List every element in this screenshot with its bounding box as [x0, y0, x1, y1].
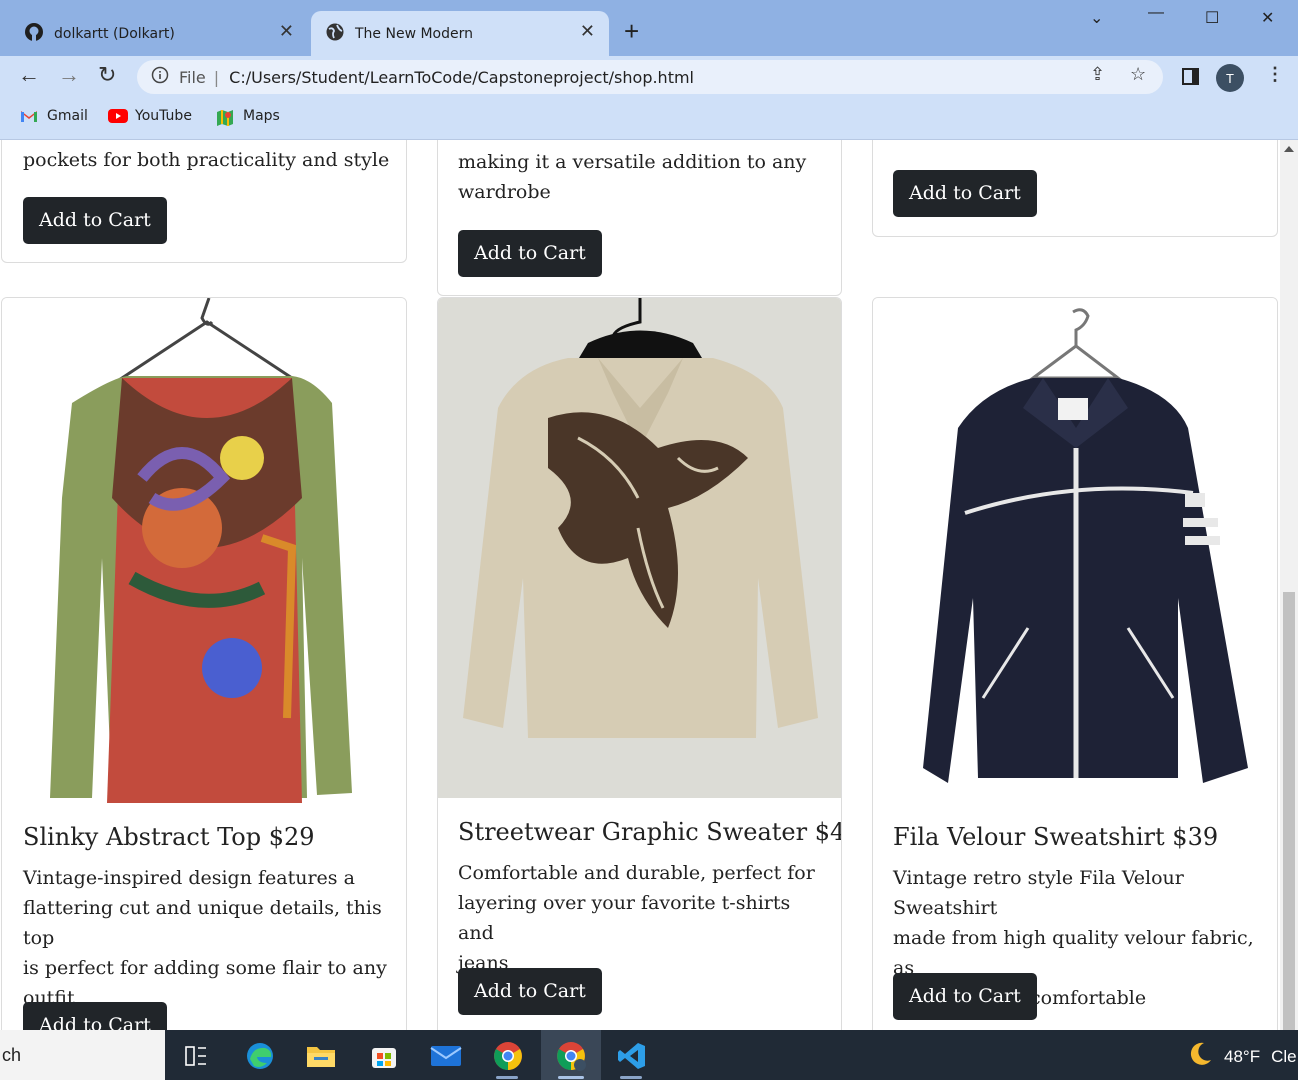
side-panel-icon[interactable]	[1182, 68, 1199, 85]
close-window-button[interactable]: ✕	[1261, 8, 1274, 28]
product-card: Fila Velour Sweatshirt $39 Vintage retro…	[872, 297, 1278, 1030]
bookmark-label: YouTube	[135, 108, 192, 124]
card-text: wardrobe	[458, 181, 551, 203]
back-button[interactable]: ←	[18, 64, 40, 86]
globe-icon	[325, 22, 345, 46]
mail-icon[interactable]	[428, 1038, 464, 1074]
product-card: making it a versatile addition to any wa…	[437, 140, 842, 296]
bookmark-label: Maps	[243, 108, 280, 124]
tab-search-icon[interactable]: ⌄	[1090, 8, 1103, 28]
maps-icon	[216, 109, 234, 126]
description-line: layering over your favorite t-shirts and	[458, 892, 791, 944]
description-line: flattering cut and unique details, this …	[23, 897, 382, 949]
add-to-cart-button[interactable]: Add to Cart	[458, 230, 602, 277]
bookmarks-bar: Gmail YouTube Maps	[0, 98, 1298, 140]
chrome-profile-icon[interactable]	[553, 1038, 589, 1074]
weather-temp: 48°F	[1224, 1046, 1261, 1066]
description-line: Vintage retro style Fila Velour Sweatshi…	[893, 867, 1184, 919]
add-to-cart-button[interactable]: Add to Cart	[893, 170, 1037, 217]
vscode-icon[interactable]	[614, 1038, 650, 1074]
product-image-slinky-top	[2, 298, 406, 803]
youtube-icon	[108, 109, 128, 123]
running-indicator	[558, 1076, 584, 1079]
bookmark-label: Gmail	[47, 108, 88, 124]
forward-button[interactable]: →	[58, 64, 80, 86]
running-indicator	[620, 1076, 642, 1079]
tab-the-new-modern[interactable]: The New Modern ✕	[311, 11, 609, 56]
taskbar-search[interactable]: ch	[0, 1030, 165, 1080]
page-scrollbar[interactable]	[1280, 140, 1298, 1030]
tab-strip: dolkartt (Dolkart) ✕ The New Modern ✕ + …	[0, 0, 1298, 56]
add-to-cart-button[interactable]: Add to Cart	[893, 973, 1037, 1020]
close-tab-icon[interactable]: ✕	[580, 23, 595, 41]
tab-github[interactable]: dolkartt (Dolkart) ✕	[8, 11, 308, 56]
close-tab-icon[interactable]: ✕	[279, 23, 294, 41]
store-icon[interactable]	[366, 1038, 402, 1074]
product-image-fila-sweatshirt	[873, 298, 1277, 803]
scheme-label: File	[179, 67, 206, 87]
product-title: Slinky Abstract Top $29	[23, 823, 315, 851]
reload-button[interactable]: ↻	[98, 64, 116, 86]
weather-condition: Cle	[1271, 1046, 1297, 1066]
address-bar[interactable]: File | C:/Users/Student/LearnToCode/Caps…	[137, 60, 1163, 94]
tab-title: dolkartt (Dolkart)	[54, 25, 175, 42]
add-to-cart-button[interactable]: Add to Cart	[23, 197, 167, 244]
add-to-cart-button[interactable]: Add to Cart	[23, 1002, 167, 1030]
product-card: Streetwear Graphic Sweater $49 Comfortab…	[437, 297, 842, 1030]
file-explorer-icon[interactable]	[303, 1038, 339, 1074]
share-icon[interactable]: ⇪	[1090, 64, 1105, 85]
product-card: pockets for both practicality and style …	[1, 140, 407, 263]
product-image-graphic-sweater	[438, 298, 841, 798]
minimize-button[interactable]: —	[1148, 4, 1164, 22]
github-icon	[24, 22, 44, 46]
card-text: making it a versatile addition to any	[458, 151, 807, 173]
product-title: Fila Velour Sweatshirt $39	[893, 823, 1219, 851]
gmail-icon	[20, 109, 38, 123]
add-to-cart-button[interactable]: Add to Cart	[458, 968, 602, 1015]
edge-icon[interactable]	[242, 1038, 278, 1074]
description-line: Vintage-inspired design features a	[23, 867, 355, 889]
card-text: pockets for both practicality and style	[23, 149, 390, 171]
product-card: Slinky Abstract Top $29 Vintage-inspired…	[1, 297, 407, 1030]
bookmark-maps[interactable]: Maps	[216, 108, 280, 126]
product-description: Vintage-inspired design features a flatt…	[23, 863, 393, 1013]
bookmark-youtube[interactable]: YouTube	[108, 108, 192, 124]
bookmark-star-icon[interactable]: ☆	[1130, 64, 1146, 85]
new-tab-button[interactable]: +	[624, 18, 639, 44]
description-line: Comfortable and durable, perfect for	[458, 862, 815, 884]
scroll-up-arrow-icon[interactable]	[1284, 146, 1294, 152]
browser-toolbar: ← → ↻ File | C:/Users/Student/LearnToCod…	[0, 56, 1298, 98]
url-text[interactable]: C:/Users/Student/LearnToCode/Capstonepro…	[229, 68, 694, 87]
scrollbar-thumb[interactable]	[1283, 592, 1295, 1030]
running-indicator	[496, 1076, 518, 1079]
page-viewport: pockets for both practicality and style …	[0, 140, 1298, 1030]
tab-title: The New Modern	[355, 25, 474, 42]
moon-icon	[1186, 1040, 1214, 1073]
bookmark-gmail[interactable]: Gmail	[20, 108, 88, 124]
description-line: is perfect for adding some flair to any	[23, 957, 387, 979]
windows-taskbar: ch 48°F Cle	[0, 1030, 1298, 1080]
product-title: Streetwear Graphic Sweater $49	[458, 818, 842, 846]
maximize-button[interactable]: ☐	[1205, 8, 1219, 28]
chrome-icon[interactable]	[490, 1038, 526, 1074]
weather-widget[interactable]: 48°F Cle	[1186, 1040, 1297, 1073]
task-view-icon[interactable]	[178, 1038, 214, 1074]
info-icon[interactable]	[151, 66, 169, 88]
menu-icon[interactable]: ⋮	[1266, 64, 1284, 85]
avatar[interactable]: T	[1216, 64, 1244, 92]
product-card: Add to Cart	[872, 140, 1278, 237]
product-description: Comfortable and durable, perfect for lay…	[458, 858, 828, 978]
divider: |	[213, 67, 220, 87]
